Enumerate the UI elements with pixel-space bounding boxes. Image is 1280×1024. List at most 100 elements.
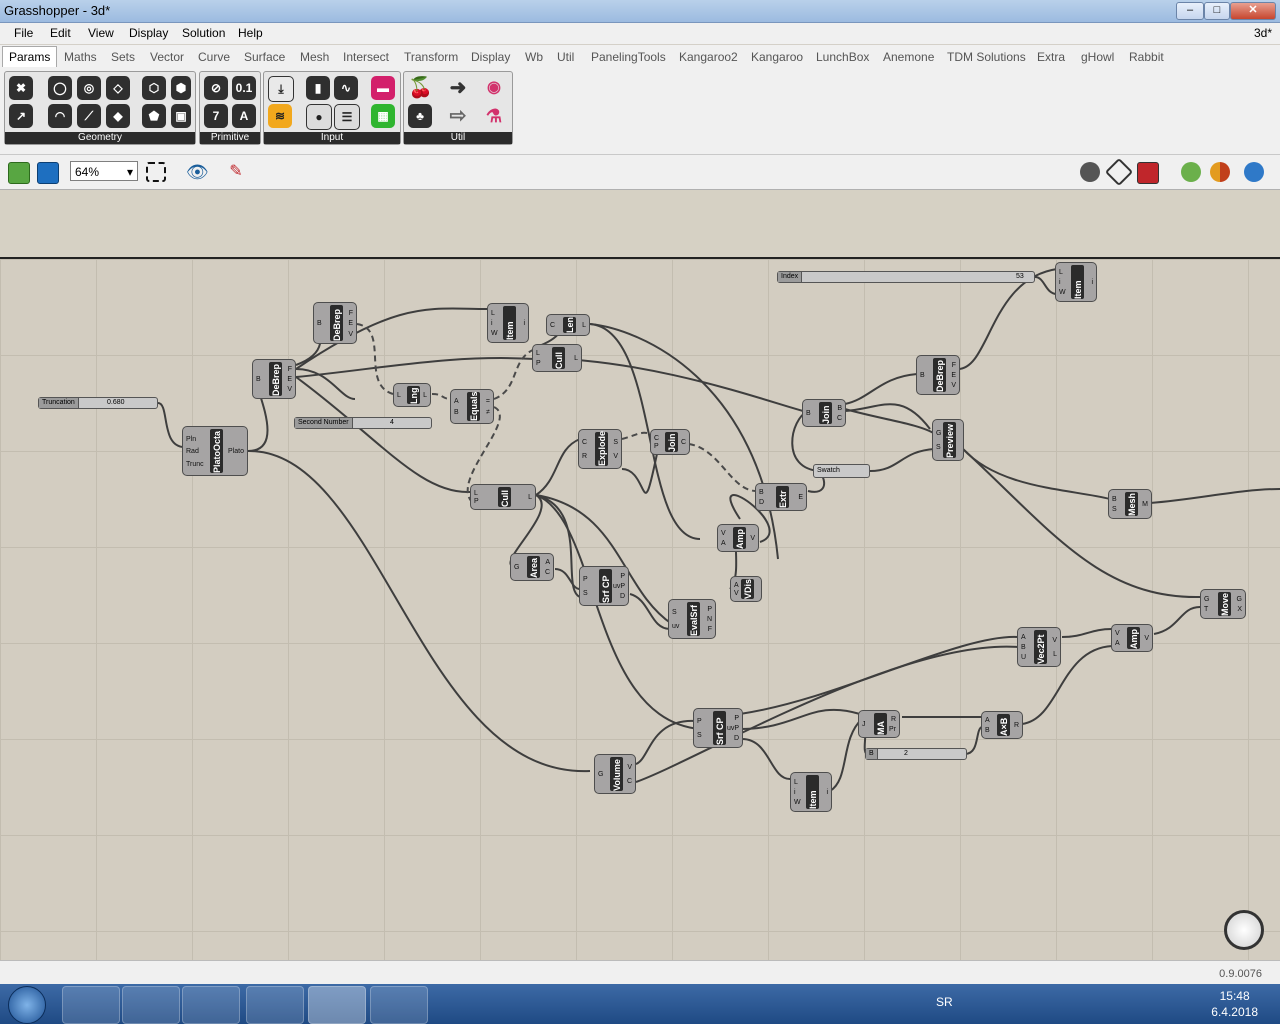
output-port[interactable]: N: [707, 616, 712, 624]
button-icon[interactable]: ●: [306, 104, 332, 130]
output-port[interactable]: i: [1091, 279, 1093, 287]
preview-wire-icon[interactable]: [1104, 157, 1134, 187]
integer-param-icon[interactable]: 7: [204, 104, 228, 128]
image-sampler-icon[interactable]: ≋: [268, 104, 292, 128]
input-port[interactable]: B: [806, 410, 811, 418]
output-port[interactable]: V: [750, 535, 755, 543]
cherry-picker-icon[interactable]: 🍒: [408, 76, 433, 100]
component-amp1[interactable]: Amp V A V: [717, 524, 759, 552]
output-port[interactable]: C: [545, 569, 550, 577]
input-port[interactable]: R: [582, 453, 587, 461]
output-port[interactable]: R: [1014, 722, 1019, 730]
component-item1[interactable]: Item Li Wi: [487, 303, 529, 343]
component-platoocta[interactable]: PlatoOcta Pln Rad Trunc Plato: [182, 426, 248, 476]
input-port[interactable]: V: [721, 530, 726, 538]
preview-mesh-quality-icon[interactable]: [1210, 162, 1230, 182]
data-output-arrow-icon[interactable]: ➜: [446, 76, 470, 100]
input-port[interactable]: i: [1059, 279, 1061, 287]
arc-param-icon[interactable]: ◠: [48, 104, 72, 128]
component-len[interactable]: Len C L: [546, 314, 590, 336]
input-port[interactable]: L: [491, 310, 495, 318]
output-port[interactable]: E: [951, 372, 956, 380]
tab-panelingtools[interactable]: PanelingTools: [591, 50, 666, 64]
input-port[interactable]: C: [582, 439, 587, 447]
input-port[interactable]: A: [734, 582, 739, 590]
input-port[interactable]: A: [1021, 634, 1026, 642]
tab-maths[interactable]: Maths: [64, 50, 97, 64]
media-player-icon[interactable]: [182, 986, 240, 1024]
input-port[interactable]: V: [1115, 630, 1120, 638]
input-port[interactable]: P: [654, 443, 659, 451]
import-icon[interactable]: ⤓: [268, 76, 294, 102]
tab-curve[interactable]: Curve: [198, 50, 230, 64]
input-port[interactable]: W: [491, 330, 498, 338]
text-param-icon[interactable]: A: [232, 104, 256, 128]
output-port[interactable]: L: [582, 322, 586, 330]
input-port[interactable]: C: [550, 322, 555, 330]
menu-display[interactable]: Display: [129, 26, 168, 40]
start-button[interactable]: [8, 986, 46, 1024]
menu-edit[interactable]: Edit: [50, 26, 71, 40]
tab-lunchbox[interactable]: LunchBox: [816, 50, 869, 64]
output-port[interactable]: =: [486, 398, 490, 406]
component-ma[interactable]: MA J R Pr: [858, 710, 900, 738]
input-port[interactable]: L: [474, 490, 478, 498]
component-move[interactable]: Move G T G X: [1200, 589, 1246, 619]
input-port[interactable]: G: [936, 430, 941, 438]
output-port[interactable]: L: [528, 494, 532, 502]
system-clock[interactable]: 15:48 6.4.2018: [1211, 988, 1258, 1020]
data-input-arrow-icon[interactable]: ⇨: [446, 104, 470, 128]
mesh-param-icon[interactable]: ⬢: [171, 76, 191, 100]
display-settings-icon[interactable]: [1244, 162, 1264, 182]
matrix-icon[interactable]: ▦: [371, 104, 395, 128]
input-port[interactable]: T: [1204, 606, 1208, 614]
colour-swatch[interactable]: Swatch: [813, 464, 870, 478]
output-port[interactable]: F: [952, 362, 956, 370]
input-port[interactable]: P: [536, 360, 541, 368]
output-port[interactable]: L: [423, 392, 427, 400]
input-port[interactable]: J: [862, 721, 866, 729]
preview-none-icon[interactable]: [1080, 162, 1100, 182]
output-port[interactable]: uvP: [613, 583, 625, 591]
grasshopper-canvas[interactable]: Truncation 0.680 Second Number 4 Index 5…: [0, 259, 1280, 960]
input-port[interactable]: Pln: [186, 436, 196, 444]
input-port[interactable]: A: [454, 398, 459, 406]
input-port[interactable]: G: [598, 771, 603, 779]
component-srfcp2[interactable]: Srf CP P S PuvP D: [693, 708, 743, 748]
zoom-select[interactable]: 64% ▾: [70, 161, 138, 181]
tab-kangaroo[interactable]: Kangaroo: [751, 50, 803, 64]
output-port[interactable]: F: [349, 310, 353, 318]
output-port[interactable]: V: [613, 453, 618, 461]
second-number-slider[interactable]: Second Number 4: [294, 417, 432, 429]
number-param-icon[interactable]: 0.1: [232, 76, 256, 100]
menu-solution[interactable]: Solution: [182, 26, 225, 40]
minimize-button[interactable]: –: [1176, 2, 1204, 20]
output-port[interactable]: L: [574, 355, 578, 363]
navigation-wheel-icon[interactable]: [1224, 910, 1264, 950]
component-debrep3[interactable]: DeBrep B F E V: [916, 355, 960, 395]
output-port[interactable]: i: [826, 789, 828, 797]
input-port[interactable]: L: [1059, 269, 1063, 277]
box-param-icon[interactable]: ◆: [106, 104, 130, 128]
input-port[interactable]: B: [920, 372, 925, 380]
output-port[interactable]: ≠: [486, 409, 490, 417]
output-port[interactable]: uvP: [727, 725, 739, 733]
component-explode[interactable]: Explode C R S V: [578, 429, 622, 469]
tab-sets[interactable]: Sets: [111, 50, 135, 64]
output-port[interactable]: C: [681, 439, 686, 447]
output-port[interactable]: D: [734, 735, 739, 743]
tab-intersect[interactable]: Intersect: [343, 50, 389, 64]
language-indicator[interactable]: SR: [936, 995, 953, 1009]
output-port[interactable]: F: [288, 366, 292, 374]
output-port[interactable]: X: [1237, 606, 1242, 614]
point-param-icon[interactable]: ✖: [9, 76, 33, 100]
rhino-icon[interactable]: [308, 986, 366, 1024]
menu-file[interactable]: File: [14, 26, 33, 40]
input-port[interactable]: L: [794, 779, 798, 787]
input-port[interactable]: A: [721, 540, 726, 548]
tab-params[interactable]: Params: [2, 46, 58, 67]
chrome-icon[interactable]: [246, 986, 304, 1024]
output-port[interactable]: Plato: [228, 448, 244, 456]
field-param-icon[interactable]: ▣: [171, 104, 191, 128]
file-explorer-icon[interactable]: [122, 986, 180, 1024]
